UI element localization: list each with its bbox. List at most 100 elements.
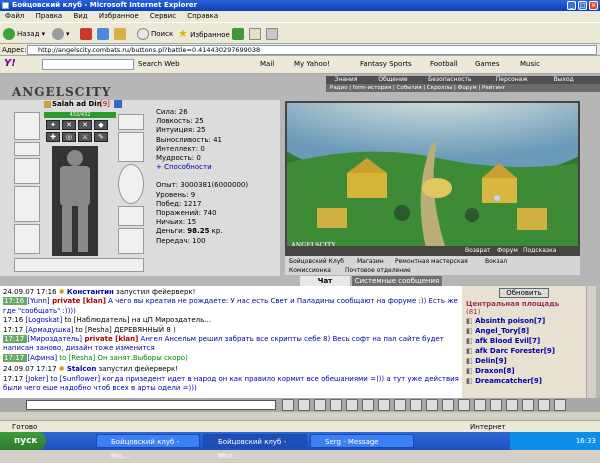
yahoo-search-button[interactable]: Search Web [138,60,180,68]
private-message-icon[interactable]: ◧ [466,367,475,375]
tab-system-messages[interactable]: Системные сообщения [352,276,442,286]
player-name[interactable]: Dreamcatcher[9] [475,377,542,385]
yahoo-football-link[interactable]: Football [430,60,458,68]
player-name[interactable]: Angel_Tory[8] [475,327,529,335]
abilities-link[interactable]: + Способности [156,163,280,172]
private-message-icon[interactable]: ◧ [466,347,475,355]
yahoo-myyahoo-link[interactable]: My Yahoo! [294,60,330,68]
chat-tool-icon[interactable] [314,399,326,411]
player-row[interactable]: ◧ Absinth poison[7] [466,316,582,326]
menu-file[interactable]: Файл [5,12,24,20]
chat-nick[interactable]: [Yunn] [27,297,49,305]
yahoo-music-link[interactable]: Music [520,60,540,68]
nav-communication[interactable]: Общение [368,76,418,84]
task-fightclub-1[interactable]: Бойцовский клуб - Mic... [96,434,200,460]
gloves-slot[interactable] [118,132,144,162]
chat-tool-icon[interactable] [474,399,486,411]
nav-exit[interactable]: Выход [544,76,584,84]
armor-slot[interactable] [14,186,40,222]
favorites-button[interactable]: ★ Избранное [178,27,230,41]
shield-slot[interactable] [118,164,144,204]
boots-slot[interactable] [118,228,144,254]
clan-icon[interactable] [44,101,51,108]
chat-input[interactable] [26,400,276,410]
chat-tool-icon[interactable] [282,399,294,411]
chat-tool-icon[interactable] [410,399,422,411]
maximize-button[interactable]: □ [578,1,587,10]
mail-button[interactable] [249,27,263,41]
yahoo-sports-link[interactable]: Fantasy Sports [360,60,412,68]
private-message-icon[interactable]: ◧ [466,327,475,335]
online-scrollbar[interactable] [586,286,596,398]
hint-link[interactable]: Подсказка [523,246,556,256]
chat-tool-icon[interactable] [346,399,358,411]
subnav-events[interactable]: События [397,85,422,91]
chat-tool-icon[interactable] [426,399,438,411]
action-icon-3[interactable]: ✕ [78,120,92,130]
refresh-button[interactable] [97,27,111,41]
action-icon-1[interactable]: ✦ [46,120,60,130]
player-row[interactable]: ◧ Dreamcatcher[9] [466,376,582,386]
chat-tool-icon[interactable] [506,399,518,411]
amulet-slot[interactable] [118,114,144,130]
info-icon[interactable] [114,100,122,108]
chat-tool-icon[interactable] [458,399,470,411]
subnav-forum[interactable]: Форум [458,85,477,91]
chat-tool-icon[interactable] [490,399,502,411]
yahoo-games-link[interactable]: Games [475,60,500,68]
ring-slot[interactable] [118,206,144,226]
yahoo-search-input[interactable] [42,59,134,70]
nav-security[interactable]: Безопасность [420,76,480,84]
search-button[interactable]: Поиск [137,27,173,41]
stop-button[interactable] [80,27,94,41]
player-name[interactable]: Delin[9] [475,357,507,365]
chat-tool-icon[interactable] [522,399,534,411]
character-name[interactable]: Salah ad Din [52,100,102,108]
yahoo-logo-icon[interactable]: Y! [4,58,16,69]
nav-character[interactable]: Персонаж [482,76,542,84]
chat-tool-icon[interactable] [554,399,566,411]
loc-post[interactable]: Почтовое отделение [345,266,411,275]
chat-nick[interactable]: [Армадушка] [25,326,73,334]
chat-tool-icon[interactable] [394,399,406,411]
player-name[interactable]: afk Blood Evil[7] [475,337,540,345]
chat-nick[interactable]: Константин [67,288,114,296]
menu-favorites[interactable]: Избранное [99,12,139,20]
player-row[interactable]: ◧ Draxon[8] [466,366,582,376]
action-icon-2[interactable]: ✕ [62,120,76,130]
earring-slot[interactable] [14,142,40,156]
subnav-radio[interactable]: Радио [330,85,347,91]
private-message-icon[interactable]: ◧ [466,317,475,325]
player-name[interactable]: afk Darc Forester[9] [475,347,555,355]
nav-knowledge[interactable]: Знания [326,76,366,84]
task-serg-message[interactable]: Serg - Message [310,434,414,448]
chat-nick[interactable]: [Logoskat] [25,316,62,324]
belt-items-row[interactable] [14,258,144,272]
action-icon-7[interactable]: ⚔ [78,132,92,142]
private-message-icon[interactable]: ◧ [466,377,475,385]
player-row[interactable]: ◧ Delin[9] [466,356,582,366]
action-icon-6[interactable]: ◎ [62,132,76,142]
minimize-button[interactable]: _ [567,1,576,10]
menu-help[interactable]: Справка [187,12,218,20]
chat-nick[interactable]: [Joker] [25,375,48,383]
menu-view[interactable]: Вид [73,12,87,20]
chat-tool-icon[interactable] [538,399,550,411]
return-link[interactable]: Возврат [465,246,491,256]
player-row[interactable]: ◧ afk Blood Evil[7] [466,336,582,346]
weapon-slot[interactable] [14,158,40,184]
chat-nick[interactable]: [Мироздатель] [27,335,82,343]
chat-nick[interactable]: Stalcon [67,365,96,373]
loc-repair[interactable]: Ремонтная мастерская [395,257,468,266]
action-icon-5[interactable]: ✚ [46,132,60,142]
player-row[interactable]: ◧ Angel_Tory[8] [466,326,582,336]
action-icon-8[interactable]: ✎ [94,132,108,142]
player-row[interactable]: ◧ afk Darc Forester[9] [466,346,582,356]
loc-shop[interactable]: Магазин [357,257,384,266]
address-input[interactable]: http://angelscity.combats.ru/buttons.pl?… [27,45,597,55]
yahoo-mail-link[interactable]: Mail [260,60,274,68]
action-icon-4[interactable]: ◆ [94,120,108,130]
close-button[interactable]: × [589,1,598,10]
history-button[interactable] [232,27,246,41]
chat-tool-icon[interactable] [298,399,310,411]
